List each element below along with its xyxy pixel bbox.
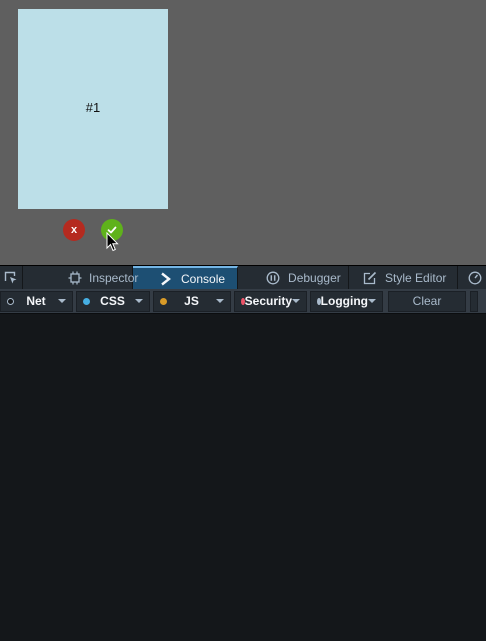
filter-js-button[interactable]: JS — [153, 290, 231, 312]
page-content: #1 x — [0, 0, 486, 265]
net-dot-icon — [7, 297, 14, 305]
chevron-down-icon[interactable] — [292, 299, 300, 303]
reject-label: x — [70, 224, 78, 236]
chevron-down-icon[interactable] — [58, 299, 66, 303]
inspector-icon — [68, 271, 82, 285]
chevron-down-icon[interactable] — [135, 299, 143, 303]
tab-style-editor[interactable]: Style Editor — [349, 266, 459, 289]
filter-css-button[interactable]: CSS — [76, 290, 150, 312]
tab-debugger-label: Debugger — [288, 270, 341, 285]
tab-inspector-label: Inspector — [89, 270, 139, 285]
filter-input[interactable] — [470, 290, 478, 312]
filter-logging-label: Logging — [320, 294, 368, 308]
card: #1 — [18, 9, 168, 209]
filter-security-button[interactable]: Security — [234, 290, 307, 312]
chevron-down-icon[interactable] — [368, 299, 376, 303]
element-picker-icon — [4, 271, 18, 285]
tab-debugger[interactable]: Debugger — [238, 266, 350, 289]
tab-inspector[interactable]: Inspector — [23, 266, 138, 289]
tab-console-label: Console — [181, 271, 226, 286]
filter-net-label: Net — [26, 294, 46, 308]
debugger-icon — [266, 271, 280, 285]
devtools-tab-strip: Inspector Console Debugger Style Editor — [0, 265, 486, 289]
tab-element-picker[interactable] — [0, 266, 23, 289]
tab-console[interactable]: Console — [133, 266, 239, 289]
card-label: #1 — [85, 99, 101, 115]
js-dot-icon — [160, 297, 167, 305]
tab-style-editor-label: Style Editor — [385, 270, 447, 285]
tab-performance[interactable] — [458, 266, 486, 289]
style-editor-icon — [363, 271, 377, 285]
console-icon — [159, 272, 173, 286]
filter-js-label: JS — [184, 294, 199, 308]
filter-security-label: Security — [244, 294, 292, 308]
check-icon — [107, 226, 117, 234]
chevron-down-icon[interactable] — [216, 299, 224, 303]
clear-button[interactable]: Clear — [388, 290, 466, 312]
css-dot-icon — [83, 297, 90, 305]
console-output[interactable] — [0, 314, 486, 641]
filter-net-button[interactable]: Net — [0, 290, 73, 312]
filter-css-label: CSS — [100, 294, 125, 308]
reject-button[interactable]: x — [63, 219, 85, 241]
accept-button[interactable] — [101, 219, 123, 241]
console-filter-toolbar: Net CSS JS Security Logging Clear — [0, 289, 486, 314]
filter-logging-button[interactable]: Logging — [310, 290, 383, 312]
performance-icon — [468, 271, 482, 285]
